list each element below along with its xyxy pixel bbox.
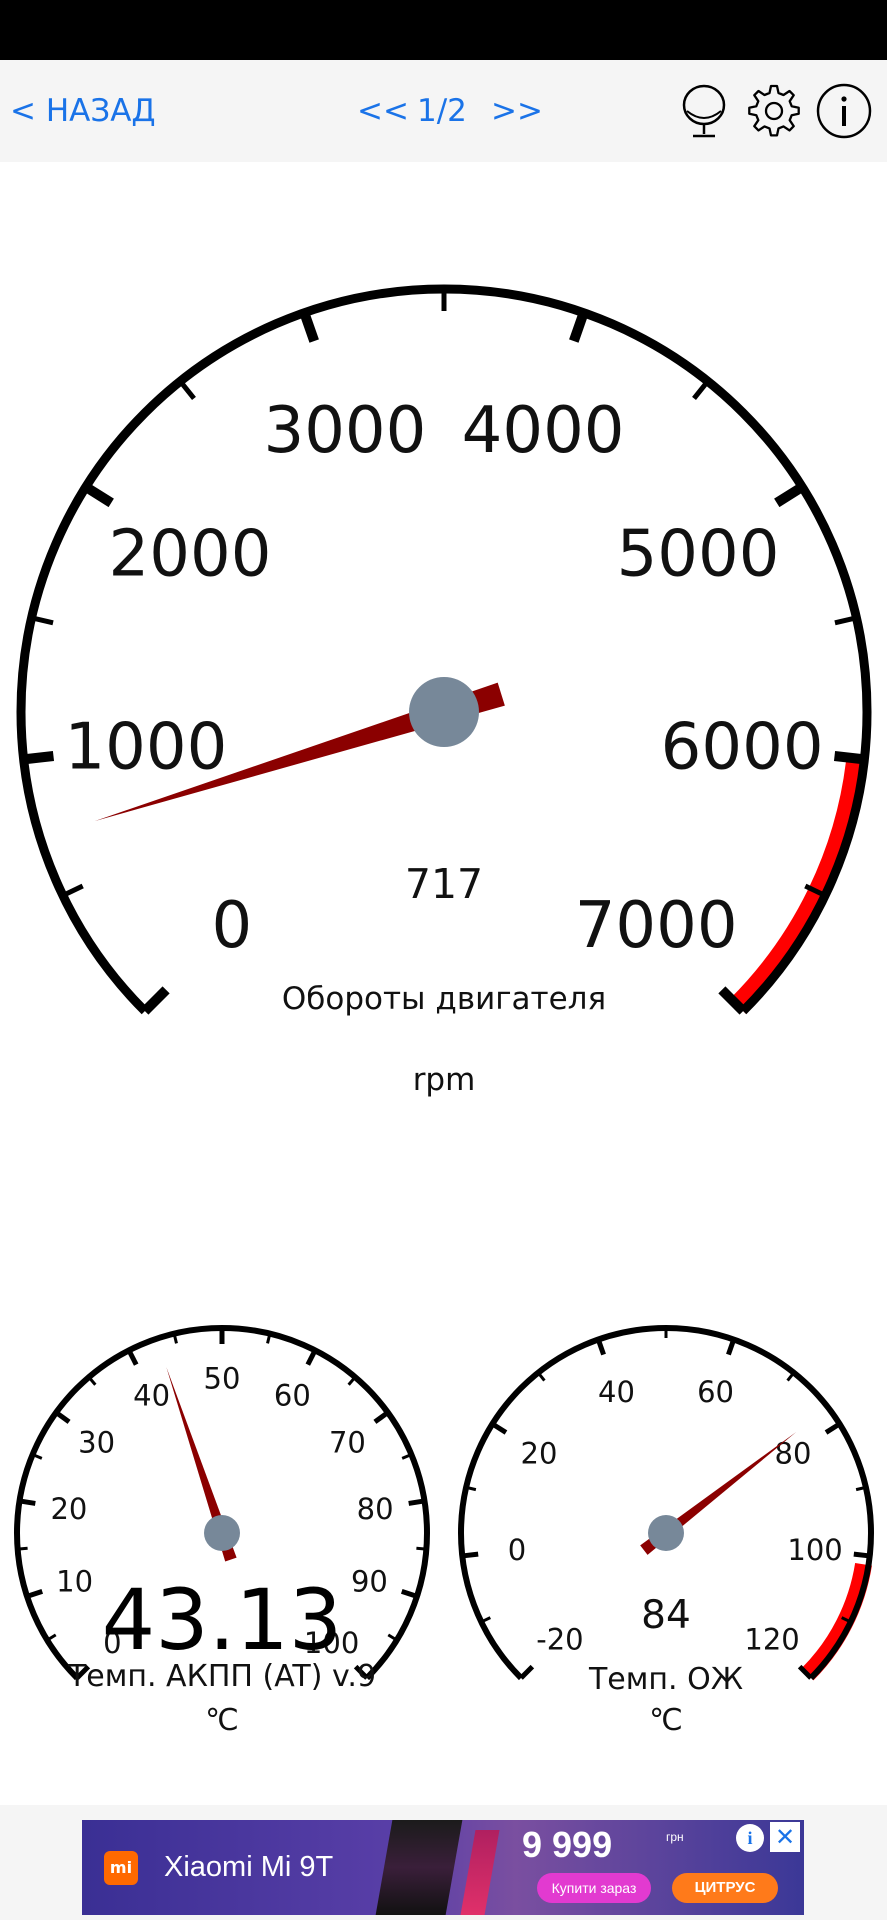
coolant-temp-tick-label: -20 <box>536 1623 583 1657</box>
transmission-temp-major-tick <box>408 1498 425 1506</box>
info-icon[interactable] <box>814 81 874 141</box>
ad-area: mi Xiaomi Mi 9T 9 999 грн Купити зараз Ц… <box>0 1805 887 1920</box>
coolant-temp-gauge-unit: ℃ <box>649 1703 683 1738</box>
rpm-major-tick <box>83 482 114 508</box>
small-gauges: 0 10 20 30 40 50 60 70 80 90 100 43.13 Темп. АКПП … <box>14 1325 874 1738</box>
ad-info-icon[interactable]: i <box>736 1824 764 1852</box>
rpm-tick-label: 2000 <box>109 517 272 591</box>
transmission-temp-minor-tick <box>416 1546 427 1551</box>
rpm-tick-label: 6000 <box>661 711 824 785</box>
rpm-major-tick <box>774 482 805 508</box>
rpm-tick-label: 4000 <box>462 394 625 468</box>
transmission-temp-gauge-title: Темп. АКПП (AT) v.9 <box>67 1659 376 1694</box>
coolant-temp-major-tick <box>491 1421 508 1435</box>
ad-price: 9 999 <box>522 1824 613 1865</box>
transmission-temp-needle-hub <box>204 1515 240 1551</box>
coolant-temp-gauge-title: Темп. ОЖ <box>588 1662 743 1697</box>
rpm-major-tick <box>833 751 865 765</box>
ad-title: Xiaomi Mi 9T <box>164 1851 334 1883</box>
transmission-temp-major-tick <box>400 1589 418 1599</box>
rpm-tick-label: 0 <box>212 889 253 963</box>
ad-store-badge: ЦИТРУС <box>672 1873 778 1903</box>
back-button[interactable]: < НАЗАД <box>10 60 156 162</box>
coolant-temp-tick-label: 40 <box>598 1375 635 1409</box>
transmission-temp-tick-label: 70 <box>329 1425 366 1459</box>
prev-page-button[interactable]: << <box>357 60 409 162</box>
voice-icon[interactable] <box>674 81 734 141</box>
rpm-minor-tick <box>692 379 710 401</box>
rpm-red-zone <box>730 757 869 1014</box>
ad-price-currency: грн <box>666 1830 684 1844</box>
rpm-major-tick <box>569 311 589 343</box>
rpm-tick-label: 1000 <box>64 711 227 785</box>
rpm-minor-tick <box>61 883 84 898</box>
status-bar <box>0 0 887 60</box>
rpm-tick-label: 3000 <box>263 394 426 468</box>
next-page-button[interactable]: >> <box>491 60 543 162</box>
rpm-major-tick <box>141 986 170 1015</box>
transmission-temp-major-tick <box>373 1410 390 1424</box>
rpm-gauge: 0 1000 2000 3000 4000 5000 6000 7000 717 Оборот… <box>16 284 872 1098</box>
rpm-gauge-unit: rpm <box>413 1062 476 1098</box>
coolant-temp-major-tick <box>726 1338 737 1356</box>
coolant-temp-tick-label: 60 <box>697 1375 734 1409</box>
coolant-temp-tick-label: 120 <box>744 1623 799 1657</box>
coolant-temp-tick-label: 100 <box>787 1533 842 1567</box>
coolant-temp-needle-hub <box>648 1515 684 1551</box>
toolbar: < НАЗАД << 1/2 >> <box>0 60 887 162</box>
coolant-temp-major-tick <box>462 1551 479 1559</box>
coolant-temp-major-tick <box>519 1664 535 1680</box>
rpm-tick-label: 5000 <box>617 517 780 591</box>
transmission-temp-tick-label: 50 <box>204 1361 241 1395</box>
rpm-major-tick <box>299 311 319 343</box>
transmission-temp-minor-tick <box>17 1546 28 1551</box>
coolant-temp-major-tick <box>824 1421 841 1435</box>
transmission-temp-value-readout: 43.13 <box>102 1571 342 1669</box>
transmission-temp-tick-label: 30 <box>78 1425 115 1459</box>
coolant-temp-tick-label: 80 <box>775 1437 812 1471</box>
transmission-temp-tick-label: 20 <box>50 1492 87 1526</box>
rpm-major-tick <box>23 751 55 765</box>
rpm-needle-hub <box>409 677 479 747</box>
coolant-temp-value-readout: 84 <box>641 1593 691 1638</box>
brand-logo: mi <box>104 1851 138 1885</box>
transmission-temp-tick-label: 90 <box>351 1564 388 1598</box>
ad-cta-button[interactable]: Купити зараз <box>537 1873 651 1903</box>
transmission-temp-tick-label: 60 <box>274 1378 311 1412</box>
transmission-temp-major-tick <box>126 1349 139 1366</box>
rpm-gauge-title: Обороты двигателя <box>282 981 606 1017</box>
transmission-temp-major-tick <box>19 1498 36 1506</box>
rpm-value-readout: 717 <box>405 860 483 908</box>
coolant-temp-major-tick <box>595 1338 606 1356</box>
transmission-temp-major-tick <box>305 1349 318 1366</box>
transmission-temp-gauge-unit: ℃ <box>205 1703 239 1738</box>
transmission-temp-tick-label: 80 <box>357 1492 394 1526</box>
phone-image-accent <box>460 1830 500 1915</box>
coolant-temp-major-tick <box>853 1551 870 1559</box>
coolant-temp-tick-label: 0 <box>508 1533 526 1567</box>
coolant-temp-tick-label: 20 <box>521 1437 558 1471</box>
gear-icon[interactable] <box>744 81 804 141</box>
close-icon[interactable]: ✕ <box>770 1822 800 1852</box>
transmission-temp-major-tick <box>26 1589 44 1599</box>
transmission-temp-tick-label: 40 <box>133 1378 170 1412</box>
rpm-tick-label: 7000 <box>575 889 738 963</box>
transmission-temp-major-tick <box>54 1410 71 1424</box>
phone-image <box>375 1820 463 1915</box>
rpm-minor-tick <box>178 379 196 401</box>
page-indicator: 1/2 <box>417 93 467 129</box>
ad-banner[interactable]: mi Xiaomi Mi 9T 9 999 грн Купити зараз Ц… <box>82 1820 804 1915</box>
transmission-temp-tick-label: 10 <box>56 1564 93 1598</box>
